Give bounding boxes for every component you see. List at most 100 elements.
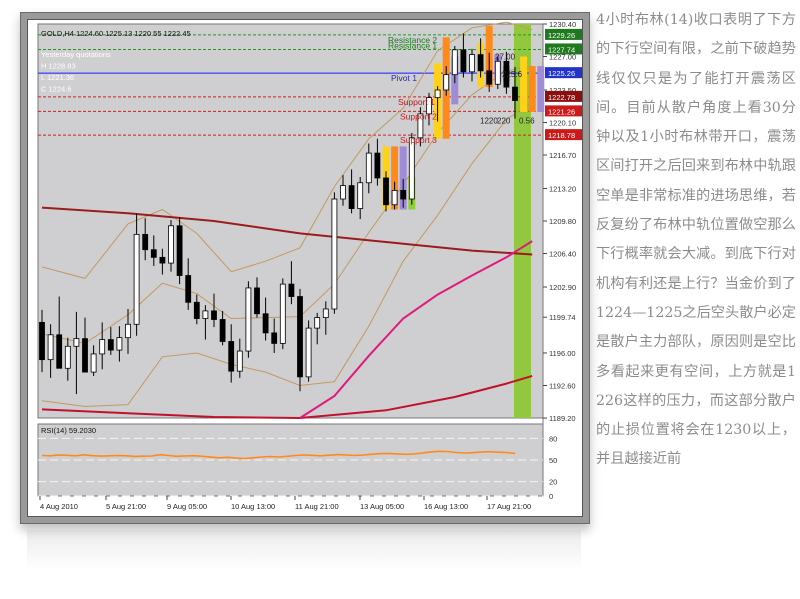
- candle-body: [443, 74, 450, 91]
- candle-body: [494, 60, 501, 85]
- symbol-header: GOLD,H4 1224.60 1225.13 1220.55 1222.45: [41, 29, 191, 38]
- candle-body: [202, 310, 209, 319]
- y-tick-label: 1216.70: [549, 151, 576, 160]
- candle-body: [39, 321, 45, 361]
- candle-body: [340, 185, 346, 200]
- y-tick-label: 1189.20: [549, 414, 576, 423]
- small-price-label: 1220: [480, 117, 498, 126]
- price-tag-value: 1218.78: [548, 131, 575, 140]
- x-tick-label: 11 Aug 21:00: [295, 502, 339, 511]
- candle-body: [245, 287, 252, 352]
- info-line: Yesterday quotations: [41, 50, 111, 59]
- candle-body: [185, 275, 192, 303]
- candle-body: [219, 319, 226, 342]
- price-panel: [37, 23, 544, 419]
- candle-body: [73, 338, 80, 347]
- candle-body: [288, 283, 295, 297]
- x-tick-label: 17 Aug 21:00: [487, 502, 531, 511]
- y-tick-label: 1206.40: [549, 250, 576, 259]
- candle-body: [271, 332, 278, 344]
- candle-body: [486, 70, 493, 85]
- rsi-tick-label: 80: [549, 434, 557, 443]
- small-price-label: 27.00: [495, 53, 516, 62]
- label-support-2: Support 2: [400, 111, 437, 121]
- candle-body: [47, 334, 54, 361]
- candle-body: [391, 189, 398, 206]
- y-tick-label: 1213.20: [549, 184, 576, 193]
- rsi-label: RSI(14) 59.2030: [41, 426, 96, 435]
- candle: [331, 192, 338, 314]
- candle-body: [211, 310, 217, 320]
- candle-body: [477, 54, 484, 72]
- info-line: L 1221.36: [41, 73, 74, 82]
- candle-body: [168, 225, 174, 264]
- candle-body: [357, 182, 364, 209]
- x-tick-label: 4 Aug 2010: [40, 502, 78, 511]
- candle-body: [142, 233, 149, 251]
- small-price-label: 0.56: [519, 117, 535, 126]
- x-tick-label: 10 Aug 13:00: [231, 502, 275, 511]
- candle-body: [99, 339, 106, 355]
- y-tick-label: 1192.60: [549, 381, 576, 390]
- candle: [305, 320, 312, 382]
- candle-body: [434, 89, 441, 99]
- candle: [176, 217, 183, 285]
- highlight-bar: [528, 66, 536, 112]
- candle-body: [116, 337, 123, 351]
- highlight-bar: [520, 56, 528, 112]
- rsi-tick-label: 20: [549, 478, 557, 487]
- x-tick-label: 13 Aug 05:00: [360, 502, 404, 511]
- candle-body: [322, 308, 329, 318]
- candle-body: [90, 353, 97, 373]
- info-line: C 1224.6: [41, 85, 71, 94]
- x-tick-label: 5 Aug 21:00: [106, 502, 146, 511]
- article-paragraph: 4小时布林(14)收口表明了下方的下行空间有限，之前下破趋势线仅仅只是为了能打开…: [596, 12, 796, 468]
- small-price-label: 220: [497, 117, 511, 126]
- candle-body: [56, 334, 63, 369]
- label-pivot: Pivot 1: [391, 73, 417, 83]
- label-resistance-1: Resistance 1: [388, 40, 437, 50]
- y-tick-label: 1196.00: [549, 349, 576, 358]
- y-tick-label: 1199.74: [549, 313, 576, 322]
- candle-body: [365, 152, 372, 184]
- y-tick-label: 1220.10: [549, 119, 576, 128]
- trading-chart[interactable]: 1189.20 1192.60 1196.00 1199.74 1202.90 1206.…: [27, 19, 583, 517]
- candle-body: [408, 137, 415, 200]
- candle-body: [348, 185, 355, 209]
- rsi-tick-label: 50: [549, 456, 557, 465]
- candle-body: [262, 313, 269, 334]
- price-tag-value: 1229.26: [548, 31, 575, 40]
- candle-body: [64, 345, 71, 369]
- chart-reflection: [27, 530, 581, 570]
- candle-body: [314, 317, 321, 329]
- candle-body: [150, 249, 157, 258]
- candle-body: [236, 350, 243, 372]
- x-tick-label: 9 Aug 05:00: [167, 502, 207, 511]
- candle-body: [107, 339, 114, 351]
- candle-body: [193, 301, 200, 319]
- price-tag-value: 1225.26: [548, 69, 575, 78]
- y-tick-label: 1209.80: [549, 217, 576, 226]
- candle-body: [331, 198, 338, 310]
- article-text-column: 4小时布林(14)收口表明了下方的下行空间有限，之前下破趋势线仅仅只是为了能打开…: [596, 6, 796, 594]
- candle-body: [400, 189, 407, 200]
- small-price-label: 225.6: [502, 70, 523, 79]
- candle-body: [469, 54, 475, 73]
- price-tag-value: 1221.26: [548, 107, 575, 116]
- candle: [279, 278, 286, 350]
- price-tag-value: 1227.74: [548, 45, 575, 54]
- candle-body: [228, 341, 235, 372]
- candle-body: [279, 283, 286, 344]
- candle-body: [82, 338, 88, 373]
- candle-body: [254, 287, 260, 315]
- y-tick-label: 1202.90: [549, 283, 576, 292]
- price-tag-value: 1222.78: [548, 93, 575, 102]
- highlight-bar: [537, 66, 545, 112]
- chart-canvas[interactable]: 1189.20 1192.60 1196.00 1199.74 1202.90 1206.…: [28, 20, 582, 516]
- label-support-1: Support 1: [398, 97, 435, 107]
- x-tick-label: 16 Aug 13:00: [424, 502, 468, 511]
- candle-body: [451, 49, 458, 76]
- y-tick-label: 1230.40: [549, 20, 576, 29]
- info-line: H 1228.83: [41, 62, 76, 71]
- candle-body: [125, 323, 131, 339]
